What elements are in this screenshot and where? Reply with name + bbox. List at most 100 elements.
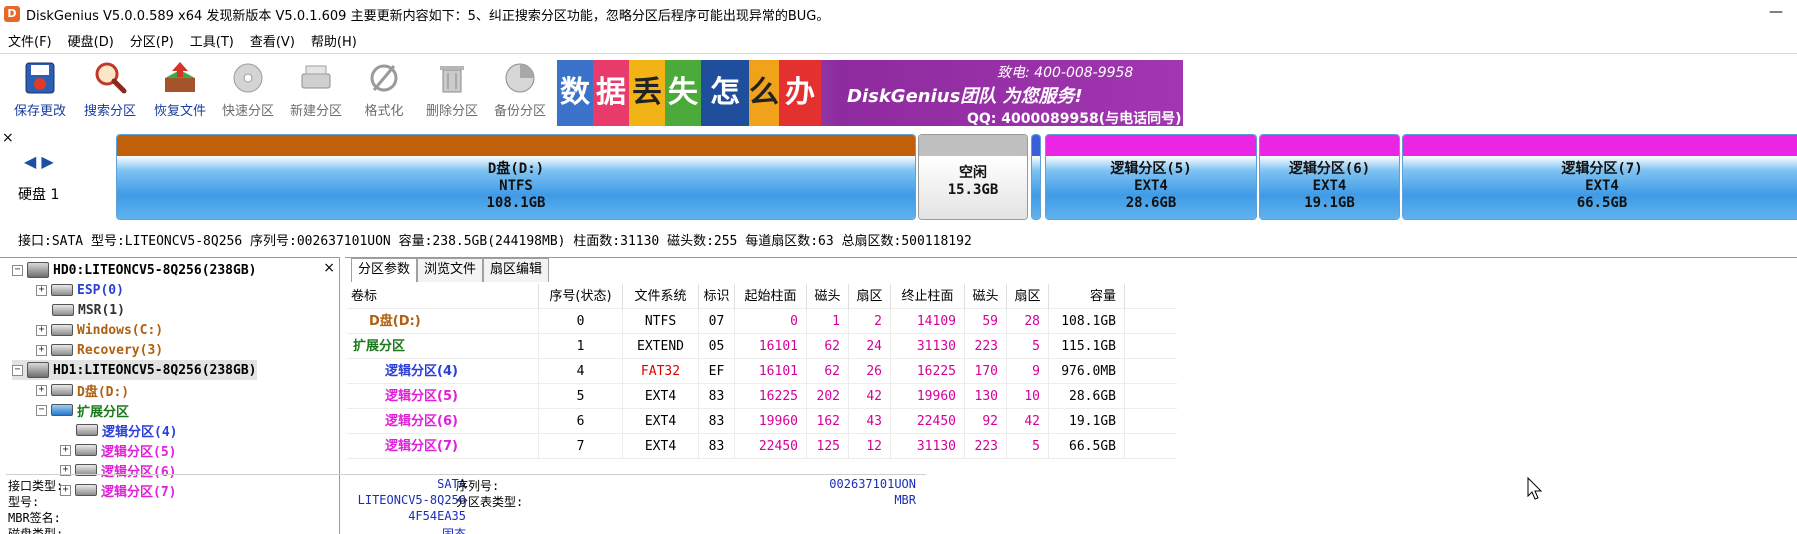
table-cell: 14109 xyxy=(891,309,965,334)
table-row[interactable]: 逻辑分区(6) 6 EXT4 83 19960 162 43 22450 92 42 19.1GB xyxy=(347,409,1177,434)
table-cell: 7 xyxy=(539,434,623,459)
table-cell: 115.1GB xyxy=(1049,334,1125,359)
table-row[interactable]: 逻辑分区(7) 7 EXT4 83 22450 125 12 31130 223 5 66.5GB xyxy=(347,434,1177,459)
partition-name-cell: 逻辑分区(7) xyxy=(347,434,539,459)
tree-item-hd1[interactable]: − HD1:LITEONCV5-8Q256(238GB) xyxy=(12,360,257,380)
table-cell: 0 xyxy=(735,309,807,334)
column-header[interactable]: 容量 xyxy=(1049,284,1125,309)
table-cell: 22450 xyxy=(891,409,965,434)
banner-char: 丢 xyxy=(629,60,665,126)
menu-view[interactable]: 查看(V) xyxy=(242,31,303,50)
table-cell: 59 xyxy=(965,309,1007,334)
partition-block-logical7[interactable]: 逻辑分区(7) EXT4 66.5GB xyxy=(1402,134,1797,220)
table-row[interactable]: D盘(D:) 0 NTFS 07 0 1 2 14109 59 28 108.1GB xyxy=(347,309,1177,334)
table-cell: 16101 xyxy=(735,334,807,359)
table-cell: 6 xyxy=(539,409,623,434)
quick-partition-button[interactable]: 快速分区 xyxy=(216,58,280,124)
tree-item-extended[interactable]: − 扩展分区 xyxy=(36,400,129,420)
column-header[interactable]: 磁头 xyxy=(807,284,849,309)
minimize-button[interactable]: — xyxy=(1761,2,1791,24)
close-icon[interactable]: × xyxy=(323,260,335,276)
partition-block-logical6[interactable]: 逻辑分区(6) EXT4 19.1GB xyxy=(1259,134,1400,220)
tree-item-logical4[interactable]: 逻辑分区(4) xyxy=(76,420,177,440)
recover-files-button[interactable]: 恢复文件 xyxy=(148,58,212,124)
partition-icon xyxy=(51,344,73,356)
save-changes-button[interactable]: 保存更改 xyxy=(8,58,72,124)
detail-value: 4F54EA35 xyxy=(408,509,466,523)
table-cell: 62 xyxy=(807,359,849,384)
table-row[interactable]: 逻辑分区(4) 4 FAT32 EF 16101 62 26 16225 170 9 976.0MB xyxy=(347,359,1177,384)
expand-icon[interactable]: + xyxy=(36,384,47,396)
tree-item-recovery[interactable]: + Recovery(3) xyxy=(36,340,163,360)
column-header[interactable]: 扇区 xyxy=(849,284,891,309)
table-cell: EXT4 xyxy=(623,409,699,434)
tree-item-esp[interactable]: + ESP(0) xyxy=(36,280,124,300)
collapse-icon[interactable]: − xyxy=(12,364,23,376)
disk-info-line: 接口:SATA 型号:LITEONCV5-8Q256 序列号:002637101… xyxy=(18,234,972,249)
table-row[interactable]: 逻辑分区(5) 5 EXT4 83 16225 202 42 19960 130 10 28.6GB xyxy=(347,384,1177,409)
menu-tools[interactable]: 工具(T) xyxy=(182,31,242,50)
tree-item-msr[interactable]: MSR(1) xyxy=(52,300,125,320)
partition-name: D盘(D:) xyxy=(487,161,545,177)
table-cell: 223 xyxy=(965,434,1007,459)
column-header[interactable]: 磁头 xyxy=(965,284,1007,309)
table-cell: 07 xyxy=(699,309,735,334)
tab-partition-params[interactable]: 分区参数 xyxy=(351,258,418,282)
detail-value: 002637101UON xyxy=(829,477,916,491)
partition-block-d[interactable]: D盘(D:) NTFS 108.1GB xyxy=(116,134,916,220)
delete-partition-button[interactable]: 删除分区 xyxy=(420,58,484,124)
partition-fs: EXT4 xyxy=(1585,178,1619,194)
partition-size: 108.1GB xyxy=(486,195,546,211)
tree-item-d-drive[interactable]: + D盘(D:) xyxy=(36,380,129,400)
tree-item-logical5[interactable]: + 逻辑分区(5) xyxy=(60,440,176,460)
column-header[interactable]: 序号(状态) xyxy=(539,284,623,309)
expand-icon[interactable]: + xyxy=(36,344,47,356)
tree-item-hd0[interactable]: − HD0:LITEONCV5-8Q256(238GB) xyxy=(12,260,257,280)
column-header[interactable]: 扇区 xyxy=(1007,284,1049,309)
partition-block-logical4[interactable] xyxy=(1031,134,1041,220)
menu-help[interactable]: 帮助(H) xyxy=(303,31,365,50)
window-title: DiskGenius V5.0.0.589 x64 发现新版本 V5.0.1.6… xyxy=(26,8,830,24)
table-cell: 1 xyxy=(807,309,849,334)
backup-icon xyxy=(502,60,538,96)
column-header[interactable]: 起始柱面 xyxy=(735,284,807,309)
menu-file[interactable]: 文件(F) xyxy=(0,31,60,50)
partition-icon xyxy=(76,424,98,436)
menu-disk[interactable]: 硬盘(D) xyxy=(60,31,122,50)
expand-icon[interactable]: + xyxy=(60,444,71,456)
disk-nav-arrows-icon[interactable]: ◀ ▶ xyxy=(24,152,54,171)
table-cell: 202 xyxy=(807,384,849,409)
menu-partition[interactable]: 分区(P) xyxy=(122,31,182,50)
table-cell: 28 xyxy=(1007,309,1049,334)
table-cell: 130 xyxy=(965,384,1007,409)
format-button[interactable]: 格式化 xyxy=(352,58,416,124)
column-header[interactable]: 终止柱面 xyxy=(891,284,965,309)
tree-item-windows[interactable]: + Windows(C:) xyxy=(36,320,163,340)
column-header[interactable]: 卷标 xyxy=(347,284,539,309)
table-cell: 0 xyxy=(539,309,623,334)
partition-name: 空闲 xyxy=(959,165,987,181)
table-row[interactable]: 扩展分区 1 EXTEND 05 16101 62 24 31130 223 5 115.1GB xyxy=(347,334,1177,359)
backup-partition-button[interactable]: 备份分区 xyxy=(488,58,552,124)
close-icon[interactable]: × xyxy=(2,130,14,146)
advertisement-banner[interactable]: 数 据 丢 失 怎 么 办 DiskGenius团队 为您服务! 致电: 400… xyxy=(557,60,1183,126)
extended-partition-icon xyxy=(51,404,73,416)
expand-icon[interactable]: + xyxy=(36,284,47,296)
banner-char: 失 xyxy=(665,60,701,126)
table-cell: 19960 xyxy=(891,384,965,409)
partition-block-logical5[interactable]: 逻辑分区(5) EXT4 28.6GB xyxy=(1045,134,1257,220)
table-cell: EXT4 xyxy=(623,434,699,459)
column-header[interactable]: 标识 xyxy=(699,284,735,309)
detail-label: 接口类型: xyxy=(8,479,64,493)
partition-name: 逻辑分区(7) xyxy=(1561,161,1643,177)
tab-sector-edit[interactable]: 扇区编辑 xyxy=(483,258,550,282)
collapse-icon[interactable]: − xyxy=(36,404,47,416)
search-partition-button[interactable]: 搜索分区 xyxy=(78,58,142,124)
expand-icon[interactable]: + xyxy=(36,324,47,336)
column-header[interactable]: 文件系统 xyxy=(623,284,699,309)
table-cell: 5 xyxy=(1007,434,1049,459)
new-partition-button[interactable]: 新建分区 xyxy=(284,58,348,124)
tab-browse-files[interactable]: 浏览文件 xyxy=(417,258,484,282)
partition-block-free[interactable]: 空闲 15.3GB xyxy=(918,134,1028,220)
collapse-icon[interactable]: − xyxy=(12,264,23,276)
